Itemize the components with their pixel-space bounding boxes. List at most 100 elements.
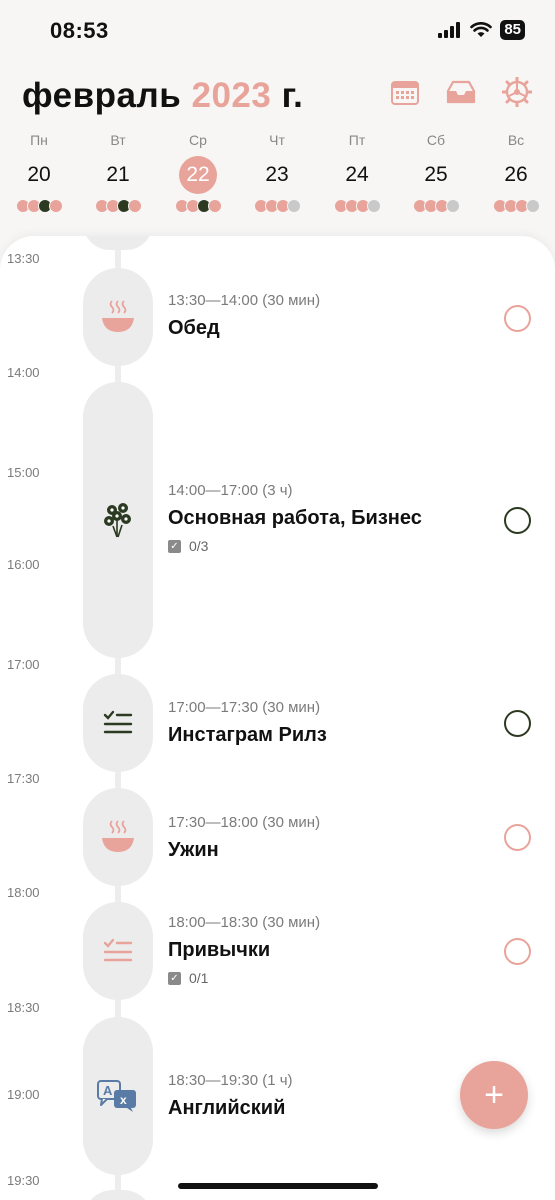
svg-text:A: A bbox=[103, 1083, 113, 1098]
day-fri[interactable]: Пт 24 bbox=[322, 130, 392, 213]
task-time: 17:30—18:00 (30 мин) bbox=[168, 814, 321, 831]
page-title: февраль 2023 г. bbox=[22, 76, 303, 116]
translate-icon: A x bbox=[97, 1080, 136, 1112]
timeline-sheet[interactable]: 13:30 14:00 15:00 16:00 17:00 17:30 18:0… bbox=[0, 236, 555, 1200]
task-title: Привычки bbox=[168, 939, 271, 961]
week-strip: Пн 20 Вт 21 Ср 22 Чт 23 Пт 24 Сб 25 Вс 2… bbox=[0, 130, 555, 220]
subtask-progress: ✓ 0/1 bbox=[168, 970, 535, 986]
hour-label: 18:30 bbox=[7, 1000, 40, 1015]
task-item[interactable]: 18:00—18:30 (30 мин) Привычки ✓ 0/1 bbox=[168, 912, 535, 986]
settings-button[interactable] bbox=[501, 76, 533, 108]
status-icons: 85 bbox=[438, 20, 525, 40]
day-activity-dots bbox=[4, 199, 74, 213]
flowers-icon bbox=[104, 503, 131, 538]
day-name: Вс bbox=[507, 132, 525, 148]
gear-icon bbox=[502, 77, 532, 107]
hour-label: 17:00 bbox=[7, 657, 40, 672]
day-activity-dots bbox=[242, 199, 312, 213]
status-bar: 08:53 85 bbox=[0, 0, 555, 64]
day-number: 20 bbox=[27, 163, 51, 186]
signal-icon bbox=[438, 22, 461, 38]
task-time: 18:00—18:30 (30 мин) bbox=[168, 914, 321, 931]
day-number-selected: 22 bbox=[179, 156, 217, 194]
hour-label: 18:00 bbox=[7, 885, 40, 900]
day-activity-dots bbox=[163, 199, 233, 213]
task-complete-toggle[interactable] bbox=[504, 824, 531, 851]
task-item[interactable]: 13:30—14:00 (30 мин) Обед bbox=[168, 290, 535, 342]
task-complete-toggle[interactable] bbox=[504, 305, 531, 332]
subtask-count: 0/1 bbox=[189, 970, 209, 986]
day-wed[interactable]: Ср 22 bbox=[163, 130, 233, 213]
task-complete-toggle[interactable] bbox=[504, 507, 531, 534]
checklist-icon bbox=[103, 938, 133, 962]
status-time: 08:53 bbox=[50, 18, 109, 43]
day-number: 24 bbox=[345, 163, 369, 186]
day-number: 26 bbox=[504, 163, 528, 186]
task-pill-previous[interactable] bbox=[83, 236, 153, 250]
header: февраль 2023 г. bbox=[22, 72, 533, 122]
task-pill[interactable]: A x bbox=[83, 1017, 153, 1175]
day-activity-dots bbox=[83, 199, 153, 213]
task-title: Ужин bbox=[168, 839, 219, 861]
task-pill[interactable] bbox=[83, 902, 153, 1000]
task-item[interactable]: 17:00—17:30 (30 мин) Инстаграм Рилз bbox=[168, 697, 535, 749]
task-pill[interactable] bbox=[83, 788, 153, 886]
hour-label: 19:30 bbox=[7, 1173, 40, 1188]
day-sun[interactable]: Вс 26 bbox=[481, 130, 551, 213]
header-actions bbox=[389, 76, 533, 108]
day-activity-dots bbox=[401, 199, 471, 213]
task-pill[interactable] bbox=[83, 268, 153, 366]
calendar-button[interactable] bbox=[389, 76, 421, 108]
inbox-button[interactable] bbox=[445, 76, 477, 108]
task-title: Основная работа, Бизнес bbox=[168, 507, 422, 529]
hour-label: 15:00 bbox=[7, 465, 40, 480]
day-number: 21 bbox=[106, 163, 130, 186]
day-tue[interactable]: Вт 21 bbox=[83, 130, 153, 213]
year-label: 2023 bbox=[191, 76, 272, 115]
svg-text:x: x bbox=[120, 1093, 127, 1107]
task-item[interactable]: 14:00—17:00 (3 ч) Основная работа, Бизне… bbox=[168, 480, 535, 554]
task-title: Обед bbox=[168, 317, 220, 339]
calendar-icon bbox=[391, 81, 419, 105]
subtask-count: 0/3 bbox=[189, 538, 209, 554]
hour-label: 17:30 bbox=[7, 771, 40, 786]
bowl-icon bbox=[102, 820, 134, 852]
task-pill[interactable] bbox=[83, 674, 153, 772]
checkbox-icon: ✓ bbox=[168, 971, 181, 985]
battery-icon: 85 bbox=[500, 20, 525, 40]
task-complete-toggle[interactable] bbox=[504, 710, 531, 737]
day-activity-dots bbox=[481, 199, 551, 213]
bowl-icon bbox=[102, 300, 134, 332]
task-time: 13:30—14:00 (30 мин) bbox=[168, 292, 321, 309]
task-title: Инстаграм Рилз bbox=[168, 724, 327, 746]
day-sat[interactable]: Сб 25 bbox=[401, 130, 471, 213]
task-complete-toggle[interactable] bbox=[504, 938, 531, 965]
hour-label: 16:00 bbox=[7, 557, 40, 572]
month-label: февраль bbox=[22, 76, 182, 115]
task-time: 14:00—17:00 (3 ч) bbox=[168, 482, 293, 499]
inbox-icon bbox=[446, 80, 476, 104]
day-name: Чт bbox=[269, 132, 285, 148]
day-number: 23 bbox=[265, 163, 289, 186]
day-name: Вт bbox=[110, 132, 126, 148]
day-name: Пт bbox=[348, 132, 366, 148]
day-activity-dots bbox=[322, 199, 392, 213]
task-time: 17:00—17:30 (30 мин) bbox=[168, 699, 321, 716]
checkbox-icon: ✓ bbox=[168, 539, 181, 553]
day-mon[interactable]: Пн 20 bbox=[4, 130, 74, 213]
hour-label: 13:30 bbox=[7, 251, 40, 266]
day-number: 25 bbox=[424, 163, 448, 186]
task-item[interactable]: 17:30—18:00 (30 мин) Ужин bbox=[168, 812, 535, 864]
day-name: Ср bbox=[189, 132, 207, 148]
add-task-button[interactable]: + bbox=[460, 1061, 528, 1129]
subtask-progress: ✓ 0/3 bbox=[168, 538, 535, 554]
hour-label: 14:00 bbox=[7, 365, 40, 380]
hour-label: 19:00 bbox=[7, 1087, 40, 1102]
day-thu[interactable]: Чт 23 bbox=[242, 130, 312, 213]
wifi-icon bbox=[470, 22, 493, 37]
home-indicator bbox=[178, 1183, 378, 1189]
task-pill[interactable] bbox=[83, 382, 153, 658]
year-suffix: г. bbox=[281, 76, 304, 115]
task-pill-next[interactable] bbox=[83, 1190, 153, 1200]
day-name: Сб bbox=[426, 132, 446, 148]
